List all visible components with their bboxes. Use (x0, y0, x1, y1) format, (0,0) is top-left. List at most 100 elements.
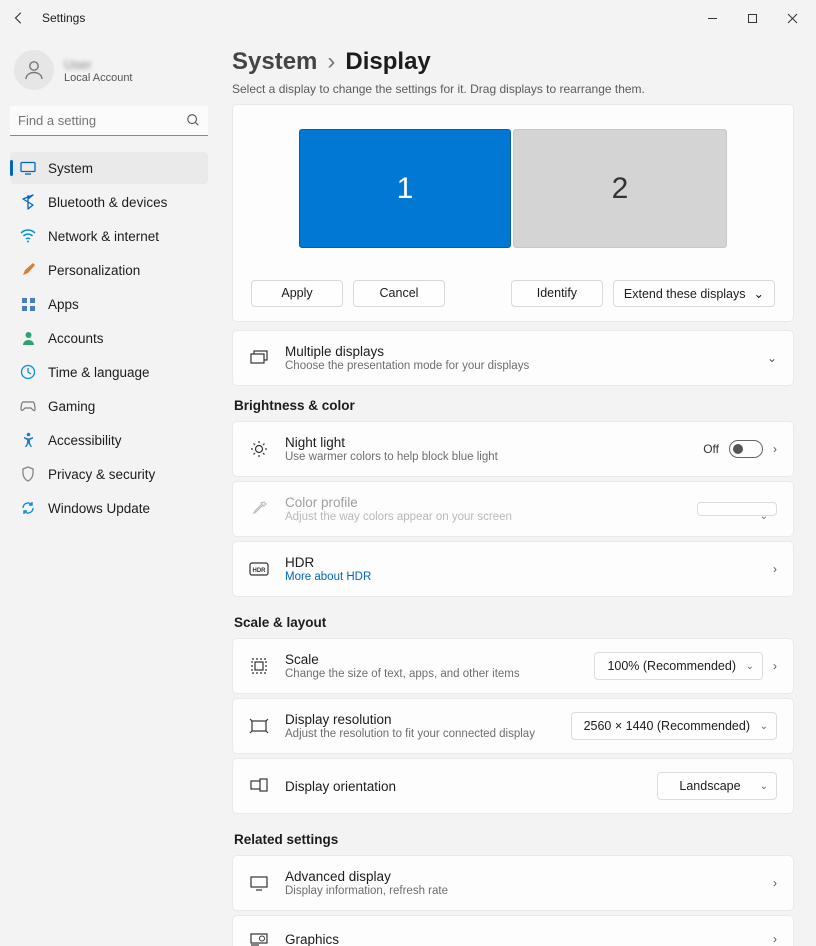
account-name: User (64, 57, 133, 72)
sidebar-item-label: Time & language (48, 365, 150, 380)
bluetooth-icon (20, 194, 36, 210)
chevron-right-icon: › (773, 442, 777, 456)
gaming-icon (20, 398, 36, 414)
resolution-icon (249, 716, 269, 736)
monitor-2[interactable]: 2 (513, 129, 727, 248)
sidebar-item-bluetooth[interactable]: Bluetooth & devices (10, 186, 208, 218)
display-arrangement-box: 1 2 Apply Cancel Identify Extend these d… (232, 104, 794, 322)
chevron-down-icon: ⌄ (754, 286, 764, 301)
account-block[interactable]: User Local Account (10, 44, 208, 104)
window-controls (692, 3, 812, 33)
sidebar-item-time[interactable]: Time & language (10, 356, 208, 388)
multiple-displays-card[interactable]: Multiple displays Choose the presentatio… (232, 330, 794, 386)
card-sub: Change the size of text, apps, and other… (285, 668, 578, 680)
resolution-dropdown[interactable]: 2560 × 1440 (Recommended)⌄ (571, 712, 777, 740)
sidebar-item-label: Network & internet (48, 229, 159, 244)
graphics-icon (249, 929, 269, 946)
minimize-icon (707, 13, 718, 24)
back-button[interactable] (4, 3, 34, 33)
sidebar-item-label: Windows Update (48, 501, 150, 516)
apply-button[interactable]: Apply (251, 280, 343, 307)
sidebar-item-label: Accessibility (48, 433, 122, 448)
chevron-right-icon: › (773, 876, 777, 890)
card-title: Advanced display (285, 869, 757, 884)
wifi-icon (20, 228, 36, 244)
chevron-right-icon: › (773, 659, 777, 673)
card-title: Graphics (285, 932, 757, 946)
card-title: Multiple displays (285, 344, 751, 359)
sidebar-item-gaming[interactable]: Gaming (10, 390, 208, 422)
sidebar-item-privacy[interactable]: Privacy & security (10, 458, 208, 490)
sidebar-item-network[interactable]: Network & internet (10, 220, 208, 252)
eyedropper-icon (249, 499, 269, 519)
sidebar-item-label: Privacy & security (48, 467, 155, 482)
nav: System Bluetooth & devices Network & int… (10, 152, 208, 524)
shield-icon (20, 466, 36, 482)
maximize-icon (747, 13, 758, 24)
card-title: Display resolution (285, 712, 555, 727)
clock-icon (20, 364, 36, 380)
sidebar-item-accessibility[interactable]: Accessibility (10, 424, 208, 456)
sidebar-item-accounts[interactable]: Accounts (10, 322, 208, 354)
main-content: System › Display Select a display to cha… (218, 36, 816, 946)
card-sub: Choose the presentation mode for your di… (285, 360, 751, 372)
sidebar-item-label: Accounts (48, 331, 104, 346)
toggle-label: Off (703, 442, 719, 456)
advanced-display-card[interactable]: Advanced display Display information, re… (232, 855, 794, 911)
card-title: Night light (285, 435, 687, 450)
card-sub: Display information, refresh rate (285, 885, 757, 897)
multi-display-icon (249, 348, 269, 368)
orientation-card[interactable]: Display orientation Landscape⌄ (232, 758, 794, 814)
chevron-down-icon: ⌄ (760, 781, 768, 792)
orientation-icon (249, 776, 269, 796)
card-sub: Adjust the way colors appear on your scr… (285, 511, 681, 523)
hdr-card[interactable]: HDR HDR More about HDR › (232, 541, 794, 597)
close-button[interactable] (772, 3, 812, 33)
arrow-left-icon (12, 11, 26, 25)
maximize-button[interactable] (732, 3, 772, 33)
accessibility-icon (20, 432, 36, 448)
color-profile-card: Color profile Adjust the way colors appe… (232, 481, 794, 537)
scale-card[interactable]: Scale Change the size of text, apps, and… (232, 638, 794, 694)
monitor-canvas[interactable]: 1 2 (251, 129, 775, 248)
breadcrumb-sep: › (327, 48, 335, 76)
breadcrumb-parent[interactable]: System (232, 48, 317, 76)
search-icon (186, 113, 200, 130)
system-icon (20, 160, 36, 176)
graphics-card[interactable]: Graphics › (232, 915, 794, 946)
chevron-right-icon: › (773, 562, 777, 576)
card-title: HDR (285, 555, 757, 570)
card-title: Color profile (285, 495, 681, 510)
search-wrap (10, 106, 208, 136)
search-input[interactable] (10, 106, 208, 136)
night-light-toggle[interactable] (729, 440, 763, 458)
sidebar-item-label: Bluetooth & devices (48, 195, 167, 210)
apps-icon (20, 296, 36, 312)
color-profile-dropdown: ⌄ (697, 502, 777, 516)
identify-button[interactable]: Identify (511, 280, 603, 307)
cancel-button[interactable]: Cancel (353, 280, 445, 307)
account-icon (20, 330, 36, 346)
monitor-1[interactable]: 1 (299, 129, 511, 248)
sidebar-item-apps[interactable]: Apps (10, 288, 208, 320)
resolution-card[interactable]: Display resolution Adjust the resolution… (232, 698, 794, 754)
scale-dropdown[interactable]: 100% (Recommended)⌄ (594, 652, 763, 680)
hdr-link[interactable]: More about HDR (285, 571, 757, 583)
card-sub: Adjust the resolution to fit your connec… (285, 728, 555, 740)
monitor-icon (249, 873, 269, 893)
page-subtext: Select a display to change the settings … (232, 82, 794, 96)
chevron-down-icon: ⌄ (760, 511, 768, 522)
night-light-icon (249, 439, 269, 459)
sidebar-item-update[interactable]: Windows Update (10, 492, 208, 524)
night-light-card[interactable]: Night light Use warmer colors to help bl… (232, 421, 794, 477)
hdr-icon: HDR (249, 559, 269, 579)
sidebar-item-label: System (48, 161, 93, 176)
sidebar-item-system[interactable]: System (10, 152, 208, 184)
svg-text:HDR: HDR (253, 568, 267, 574)
chevron-down-icon: ⌄ (746, 661, 754, 672)
extend-dropdown[interactable]: Extend these displays⌄ (613, 280, 775, 307)
sidebar-item-personalization[interactable]: Personalization (10, 254, 208, 286)
orientation-dropdown[interactable]: Landscape⌄ (657, 772, 777, 800)
minimize-button[interactable] (692, 3, 732, 33)
breadcrumb-current: Display (345, 48, 430, 76)
